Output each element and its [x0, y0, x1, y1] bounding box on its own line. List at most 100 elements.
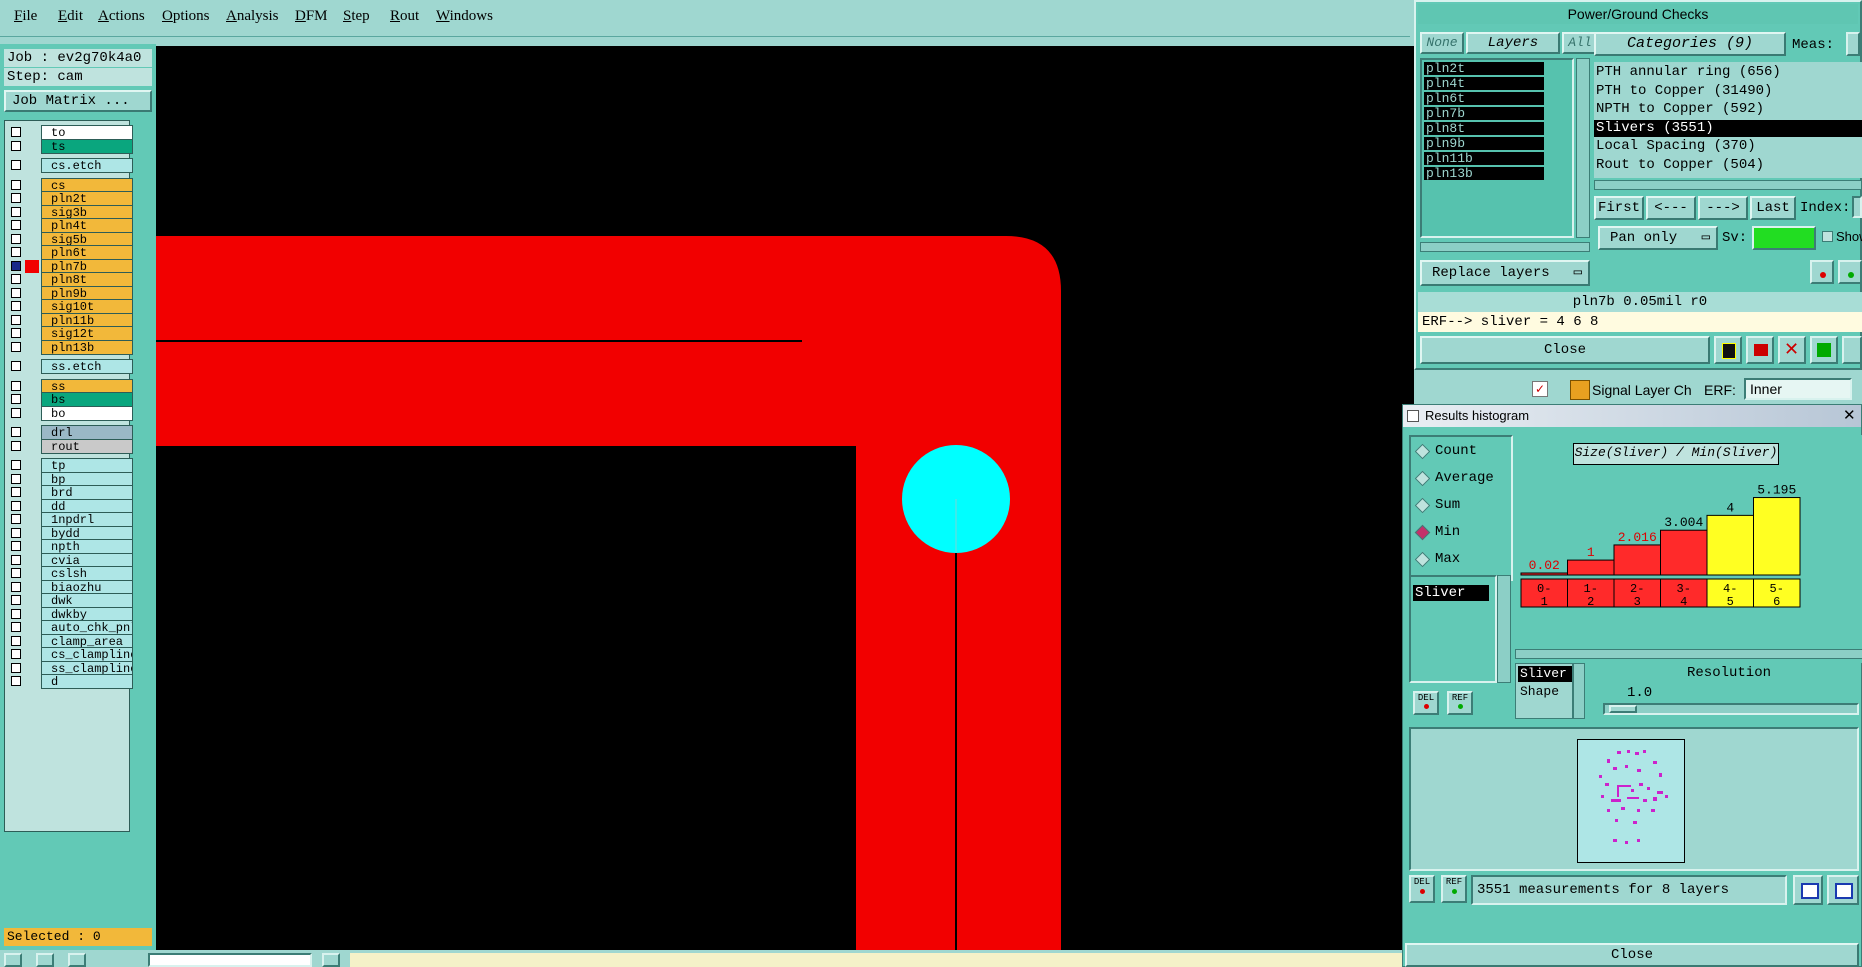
pan-mode-select[interactable]: Pan only ▭	[1598, 226, 1718, 250]
aggregate-option[interactable]: Max	[1414, 551, 1505, 569]
replace-layers-select[interactable]: Replace layers ▭	[1420, 260, 1590, 286]
layer-row[interactable]: ss.etch	[9, 359, 133, 374]
category-item[interactable]: Local Spacing (370)	[1594, 138, 1862, 155]
histogram-bar[interactable]	[1706, 514, 1754, 576]
layer-select-checkbox[interactable]	[11, 361, 21, 371]
del-icon[interactable]	[1810, 260, 1834, 284]
histogram-bar[interactable]	[1753, 497, 1801, 576]
list-icon[interactable]	[1842, 336, 1862, 364]
layer-select-checkbox[interactable]	[11, 314, 21, 325]
legend-scrollbar[interactable]	[1573, 663, 1585, 719]
tool-icon[interactable]	[4, 953, 22, 967]
hist-ref-button[interactable]: REF	[1447, 691, 1473, 715]
menu-analysis[interactable]: Analysis	[226, 8, 279, 25]
meas-button[interactable]	[1846, 32, 1860, 56]
layer-select-checkbox[interactable]	[11, 608, 21, 619]
radio-icon[interactable]	[1414, 443, 1431, 460]
layer-select-checkbox[interactable]	[11, 541, 21, 551]
check-icon[interactable]: ✓	[1532, 381, 1548, 397]
sliver-list-item[interactable]: Sliver	[1413, 585, 1489, 601]
layer-name[interactable]: d	[41, 674, 133, 689]
layer-select-checkbox[interactable]	[11, 160, 21, 170]
summary-ref-button[interactable]: REF	[1441, 875, 1467, 903]
resolution-slider[interactable]	[1603, 703, 1859, 715]
category-item[interactable]: PTH to Copper (31490)	[1594, 83, 1862, 100]
layer-select-checkbox[interactable]	[11, 127, 21, 137]
layer-select-checkbox[interactable]	[11, 328, 21, 338]
histogram-bar[interactable]	[1567, 559, 1615, 576]
radio-icon[interactable]	[1414, 470, 1431, 487]
chart-hscroll[interactable]	[1515, 649, 1862, 659]
layer-select-checkbox[interactable]	[11, 473, 21, 484]
step-icon[interactable]	[1810, 336, 1838, 364]
menu-options[interactable]: Options	[162, 8, 210, 25]
aggregate-option[interactable]: Min	[1414, 524, 1505, 542]
radio-icon[interactable]	[1414, 551, 1431, 568]
histogram-bar[interactable]	[1520, 572, 1568, 576]
layer-select-checkbox[interactable]	[11, 662, 21, 673]
show-checkbox[interactable]	[1822, 231, 1833, 242]
last-button[interactable]: Last	[1750, 196, 1796, 220]
menu-file[interactable]: File	[14, 8, 37, 25]
pg-layer-item[interactable]: pln13b	[1424, 167, 1544, 180]
prev-button[interactable]: <---	[1646, 196, 1696, 220]
layer-select-checkbox[interactable]	[11, 274, 21, 284]
command-input[interactable]	[148, 953, 312, 967]
pg-layer-item[interactable]: pln8t	[1424, 122, 1544, 135]
layer-select-checkbox[interactable]	[11, 427, 21, 437]
stop-icon[interactable]	[1746, 336, 1774, 364]
layer-display-color[interactable]	[25, 259, 39, 273]
categories-hscroll[interactable]	[1594, 180, 1862, 190]
layer-select-checkbox[interactable]	[11, 635, 21, 646]
layer-row[interactable]: ts	[9, 138, 133, 154]
pg-layer-item[interactable]: pln6t	[1424, 92, 1544, 105]
layer-select-checkbox[interactable]	[11, 407, 21, 418]
pg-layer-hscroll[interactable]	[1420, 242, 1590, 252]
layer-select-checkbox[interactable]	[11, 193, 21, 203]
layer-select-checkbox[interactable]	[11, 622, 21, 632]
tab-none[interactable]: None	[1420, 32, 1464, 54]
histogram-bar[interactable]	[1660, 529, 1708, 576]
pg-layer-scrollbar[interactable]	[1576, 58, 1590, 238]
layer-name[interactable]: rout	[41, 438, 133, 454]
layer-select-checkbox[interactable]	[11, 287, 21, 298]
close-icon[interactable]: ✕	[1843, 406, 1856, 424]
aggregate-option[interactable]: Count	[1414, 443, 1505, 461]
cursor-icon[interactable]	[1714, 336, 1742, 364]
category-item[interactable]: Rout to Copper (504)	[1594, 157, 1862, 174]
hist-list-scrollbar[interactable]	[1497, 575, 1511, 683]
category-item[interactable]: PTH annular ring (656)	[1594, 64, 1862, 81]
menu-step[interactable]: Step	[343, 8, 370, 25]
categories-header[interactable]: Categories (9)	[1594, 32, 1786, 56]
layer-select-checkbox[interactable]	[11, 487, 21, 497]
layer-name[interactable]: pln13b	[41, 339, 133, 355]
layer-select-checkbox[interactable]	[11, 568, 21, 578]
histogram-bar[interactable]	[1613, 544, 1661, 576]
layer-select-checkbox[interactable]	[11, 206, 21, 217]
tool-icon[interactable]	[68, 953, 86, 967]
layer-select-checkbox[interactable]	[11, 341, 21, 352]
pg-layer-item[interactable]: pln7b	[1424, 107, 1544, 120]
menu-actions[interactable]: Actions	[98, 8, 145, 25]
index-field[interactable]	[1852, 196, 1862, 218]
pg-layer-item[interactable]: pln4t	[1424, 77, 1544, 90]
layer-select-checkbox[interactable]	[11, 514, 21, 524]
layer-name[interactable]: ts	[41, 138, 133, 154]
menu-windows[interactable]: Windows	[436, 8, 493, 25]
layer-select-checkbox[interactable]	[11, 140, 21, 151]
layer-select-checkbox[interactable]	[11, 247, 21, 257]
layer-select-checkbox[interactable]	[11, 595, 21, 605]
ref-icon[interactable]	[1838, 260, 1862, 284]
tool-icon[interactable]	[36, 953, 54, 967]
pg-layer-item[interactable]: pln9b	[1424, 137, 1544, 150]
cancel-icon[interactable]: ✕	[1778, 336, 1806, 364]
layer-select-checkbox[interactable]	[11, 554, 21, 565]
next-button[interactable]: --->	[1698, 196, 1748, 220]
layer-select-checkbox[interactable]	[11, 260, 21, 271]
pg-layer-item[interactable]: pln2t	[1424, 62, 1544, 75]
layer-row[interactable]: rout	[9, 438, 133, 454]
category-item[interactable]: Slivers (3551)	[1594, 119, 1862, 137]
pg-layer-item[interactable]: pln11b	[1424, 152, 1544, 165]
legend-sliver[interactable]: Sliver	[1518, 666, 1572, 682]
layer-select-checkbox[interactable]	[11, 179, 21, 190]
